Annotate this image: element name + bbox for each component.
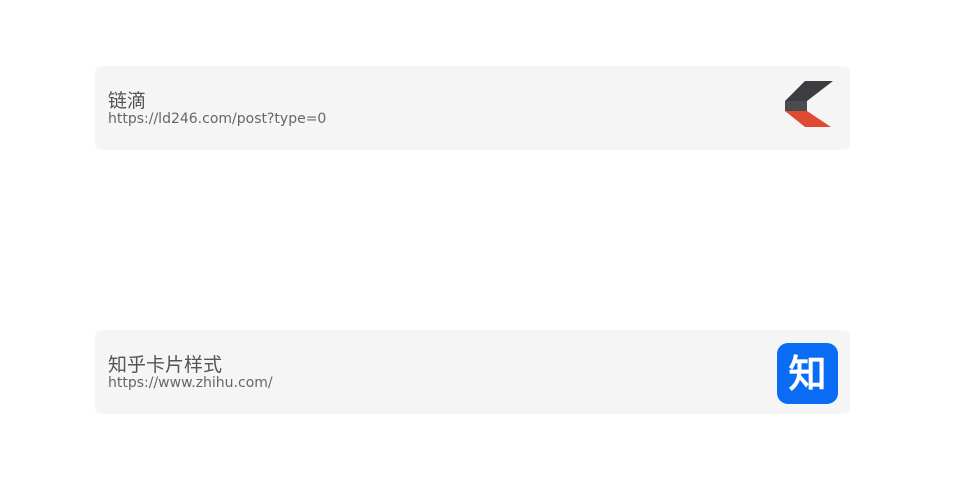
card-title: 知乎卡片样式 (108, 354, 223, 376)
link-card-liandi[interactable]: 链滴 https://ld246.com/post?type=0 (95, 66, 850, 150)
link-card-page: 链滴 https://ld246.com/post?type=0 知乎卡片样式 … (0, 0, 973, 501)
zhihu-logo-text: 知 (788, 352, 826, 396)
card-url: https://ld246.com/post?type=0 (108, 111, 327, 127)
zhihu-logo-icon: 知 (777, 343, 838, 404)
card-url: https://www.zhihu.com/ (108, 375, 273, 391)
card-title: 链滴 (108, 90, 147, 112)
liandi-logo-icon (785, 81, 833, 127)
link-card-zhihu[interactable]: 知乎卡片样式 https://www.zhihu.com/ 知 (95, 330, 850, 414)
